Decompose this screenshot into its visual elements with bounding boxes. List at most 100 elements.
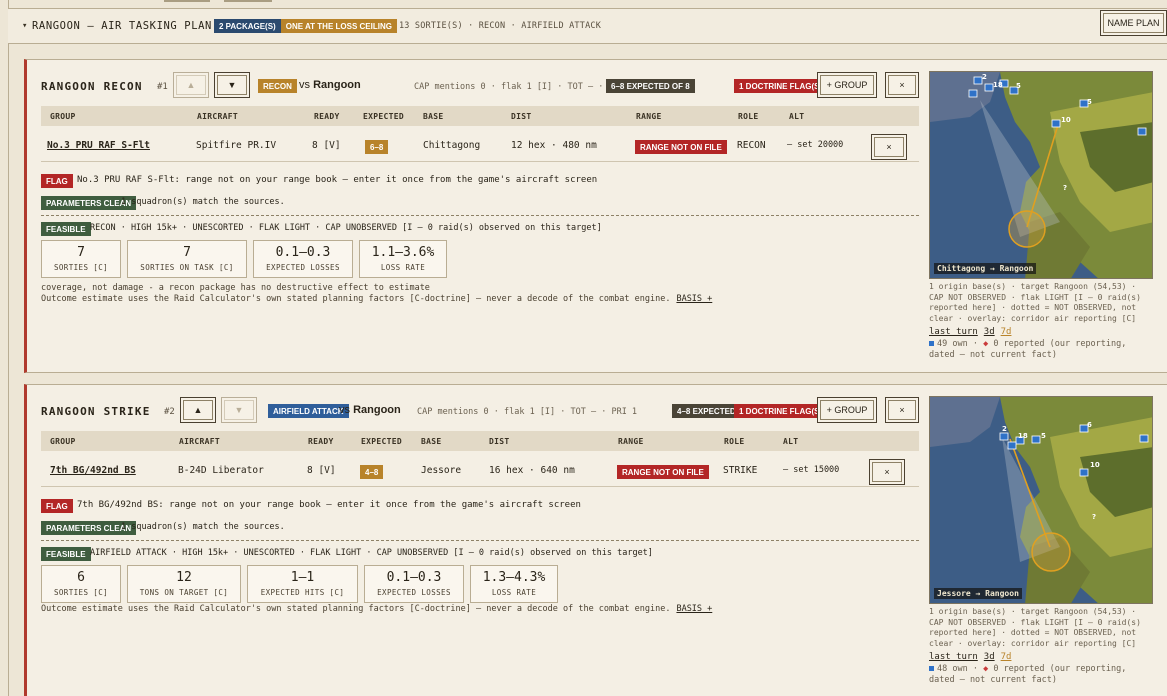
- group-link[interactable]: No.3 PRU RAF S-Flt: [47, 140, 150, 151]
- stat-box: 12 TONS ON TARGET [C]: [127, 565, 241, 603]
- col-base: BASE: [423, 111, 444, 121]
- loss-ceiling-badge: ONE AT THE LOSS CEILING: [280, 19, 397, 33]
- package-card: RANGOON RECON #1 ▲ ▼ RECON vs Rangoon CA…: [24, 59, 1167, 373]
- remove-package-button[interactable]: ×: [885, 72, 919, 98]
- doctrine-flags-badge[interactable]: 1 DOCTRINE FLAG(S): [734, 79, 828, 93]
- col-role: ROLE: [738, 111, 759, 121]
- range-not-on-file-badge[interactable]: RANGE NOT ON FILE: [635, 140, 727, 154]
- remove-group-button[interactable]: ×: [871, 134, 907, 160]
- doctrine-flags-badge[interactable]: 1 DOCTRINE FLAG(S): [734, 404, 828, 418]
- package-name: RANGOON STRIKE: [41, 405, 151, 418]
- col-range: RANGE: [618, 436, 644, 446]
- own-square-icon: [929, 666, 934, 671]
- move-down-button[interactable]: ▼: [221, 397, 257, 423]
- aircraft-cell: B-24D Liberator: [178, 465, 264, 476]
- reported-diamond-icon: ◆: [983, 664, 989, 674]
- svg-text:2: 2: [1002, 425, 1007, 433]
- stat-box: 1.3–4.3% LOSS RATE: [470, 565, 558, 603]
- toolbar-stub: [164, 0, 210, 2]
- svg-text:5: 5: [1087, 98, 1092, 106]
- feasible-text: AIRFIELD ATTACK · HIGH 15k+ · UNESCORTED…: [90, 548, 653, 558]
- ready-cell: 8 [V]: [307, 465, 336, 476]
- match-note: 1 squadron(s) match the sources.: [121, 197, 285, 207]
- turn-last-option[interactable]: last turn: [929, 327, 978, 337]
- col-alt: ALT: [789, 111, 805, 121]
- col-expected: EXPECTED: [361, 436, 402, 446]
- outcome-note: Outcome estimate uses the Raid Calculato…: [41, 294, 713, 304]
- coverage-note: coverage, not damage - a recon package h…: [41, 283, 430, 293]
- mission-badge: AIRFIELD ATTACK: [268, 404, 349, 418]
- group-link[interactable]: 7th BG/492nd BS: [50, 465, 136, 476]
- stat-box: 7 SORTIES ON TASK [C]: [127, 240, 247, 278]
- table-row: 7th BG/492nd BS B-24D Liberator 8 [V] 4–…: [41, 457, 919, 487]
- plan-meta: 13 SORTIE(S) · RECON · AIRFIELD ATTACK: [398, 21, 602, 31]
- add-group-button[interactable]: + GROUP: [817, 397, 877, 423]
- turn-last-option[interactable]: last turn: [929, 652, 978, 662]
- turn-3d-option[interactable]: 3d: [984, 652, 995, 662]
- divider: [41, 215, 919, 216]
- turn-7d-option[interactable]: 7d: [1001, 652, 1012, 662]
- route-map[interactable]: 2 18 5 6 10? Jessore → Rangoon: [929, 396, 1153, 604]
- expected-badge: 6–8 EXPECTED OF 8: [606, 79, 695, 93]
- table-header: GROUP AIRCRAFT READY EXPECTED BASE DIST …: [41, 431, 919, 451]
- plan-header: ▾ RANGOON — AIR TASKING PLAN 2 PACKAGE(S…: [8, 8, 1167, 44]
- col-role: ROLE: [724, 436, 745, 446]
- basis-link[interactable]: BASIS +: [676, 604, 712, 614]
- add-group-button[interactable]: + GROUP: [817, 72, 877, 98]
- map-note: 1 origin base(s) · target Rangoon (54,53…: [929, 607, 1141, 648]
- remove-package-button[interactable]: ×: [885, 397, 919, 423]
- turn-filter: last turn 3d 7d: [929, 652, 1017, 662]
- svg-text:?: ?: [1092, 513, 1096, 521]
- alt-cell[interactable]: — set 15000: [783, 465, 839, 475]
- move-up-button[interactable]: ▲: [173, 72, 209, 98]
- divider: [41, 540, 919, 541]
- own-square-icon: [929, 341, 934, 346]
- match-note: 1 squadron(s) match the sources.: [121, 522, 285, 532]
- col-aircraft: AIRCRAFT: [197, 111, 238, 121]
- ready-cell: 8 [V]: [312, 140, 341, 151]
- map-terrain: 2 18 5 5 10?: [930, 72, 1152, 278]
- toolbar-stub: [224, 0, 272, 2]
- plan-title: RANGOON — AIR TASKING PLAN: [32, 20, 212, 32]
- name-plan-button[interactable]: NAME PLAN: [1100, 10, 1167, 36]
- package-meta: CAP mentions 0 · flak 1 [I] · TOT — · PR…: [417, 407, 638, 417]
- expected-cell: 4–8: [360, 465, 384, 479]
- target-name: Rangoon: [313, 79, 361, 91]
- dist-cell: 12 hex · 480 nm: [511, 140, 597, 151]
- turn-7d-option[interactable]: 7d: [1001, 327, 1012, 337]
- package-number: #2: [164, 407, 175, 417]
- map-note: 1 origin base(s) · target Rangoon (54,53…: [929, 282, 1141, 323]
- outcome-note: Outcome estimate uses the Raid Calculato…: [41, 604, 713, 614]
- col-group: GROUP: [50, 111, 76, 121]
- dist-cell: 16 hex · 640 nm: [489, 465, 575, 476]
- stat-box: 0.1–0.3 EXPECTED LOSSES: [253, 240, 353, 278]
- flag-text: 7th BG/492nd BS: range not on your range…: [77, 500, 581, 510]
- expected-cell: 6–8: [365, 140, 389, 154]
- move-down-button[interactable]: ▼: [214, 72, 250, 98]
- base-cell: Jessore: [421, 465, 462, 476]
- reporting-note: 48 own · ◆ 0 reported (our reporting, da…: [929, 664, 1127, 685]
- move-up-button[interactable]: ▲: [180, 397, 216, 423]
- collapse-caret-icon[interactable]: ▾: [22, 21, 32, 31]
- svg-text:5: 5: [1041, 432, 1046, 440]
- route-map[interactable]: 2 18 5 5 10? Chittagong → Rangoon: [929, 71, 1153, 279]
- col-group: GROUP: [50, 436, 76, 446]
- turn-3d-option[interactable]: 3d: [984, 327, 995, 337]
- alt-cell[interactable]: — set 20000: [787, 140, 843, 150]
- table-row: No.3 PRU RAF S-Flt Spitfire PR.IV 8 [V] …: [41, 132, 919, 162]
- turn-filter: last turn 3d 7d: [929, 327, 1017, 337]
- svg-text:10: 10: [1061, 116, 1071, 124]
- reporting-note: 49 own · ◆ 0 reported (our reporting, da…: [929, 339, 1127, 360]
- col-base: BASE: [421, 436, 442, 446]
- svg-text:18: 18: [993, 81, 1003, 89]
- col-alt: ALT: [783, 436, 799, 446]
- stat-box: 6 SORTIES [C]: [41, 565, 121, 603]
- remove-group-button[interactable]: ×: [869, 459, 905, 485]
- range-not-on-file-badge[interactable]: RANGE NOT ON FILE: [617, 465, 709, 479]
- map-terrain: 2 18 5 6 10?: [930, 397, 1152, 603]
- col-ready: READY: [308, 436, 334, 446]
- packages-badge: 2 PACKAGE(S): [213, 19, 281, 33]
- col-ready: READY: [314, 111, 340, 121]
- stat-box: 1.1–3.6% LOSS RATE: [359, 240, 447, 278]
- basis-link[interactable]: BASIS +: [676, 294, 712, 304]
